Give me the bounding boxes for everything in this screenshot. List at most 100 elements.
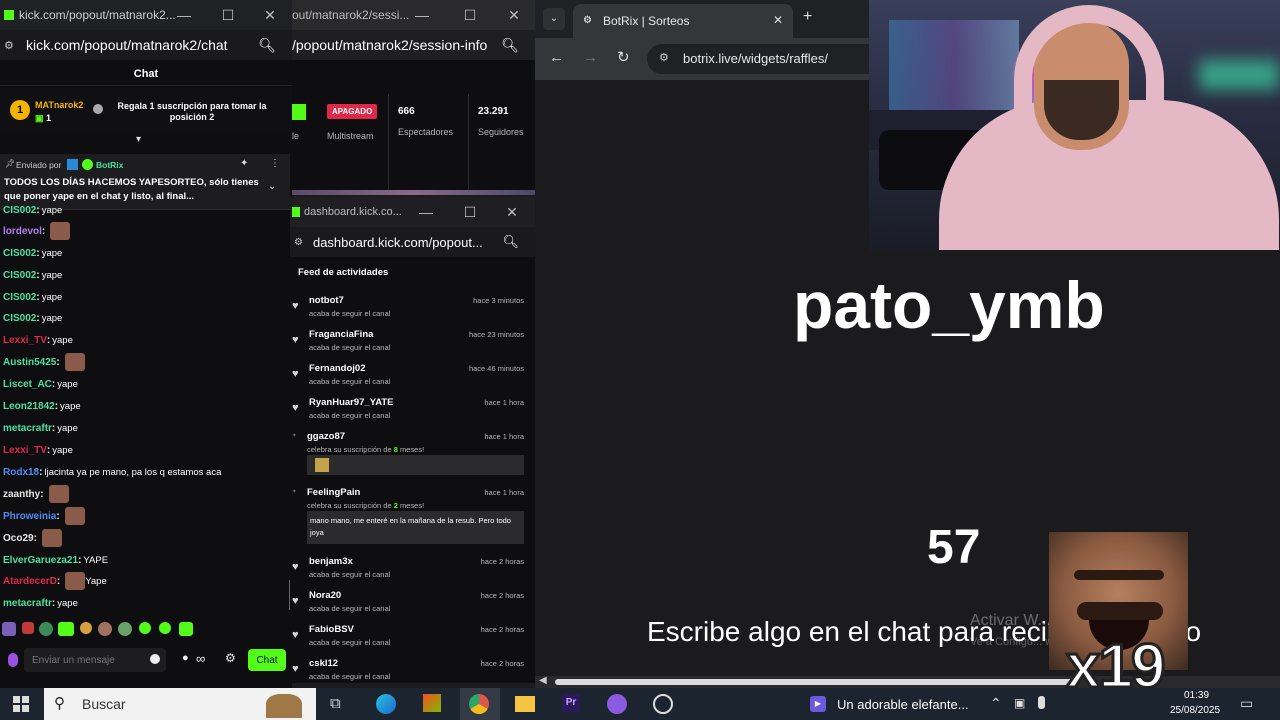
feed-name[interactable]: FraganciaFina — [309, 329, 373, 340]
notifications-icon[interactable]: ▭ — [1240, 695, 1253, 712]
media-play-icon[interactable]: ▶ — [810, 696, 826, 712]
users-icon[interactable]: ● — [182, 652, 189, 664]
horizontal-scrollbar[interactable]: ◀ — [535, 675, 1280, 688]
feed-name[interactable]: Fernandoj02 — [309, 363, 366, 374]
close-button[interactable]: ✕ — [492, 197, 532, 227]
pinned-expand-icon[interactable]: ⌄ — [268, 181, 276, 192]
mic-icon[interactable] — [8, 653, 18, 667]
emote-slot-icon[interactable] — [39, 622, 53, 636]
feed-name[interactable]: Nora20 — [309, 590, 341, 601]
session-urlbar[interactable]: /popout/matnarok2/session-info 🔍︎ — [292, 30, 535, 60]
leader-user[interactable]: MATnarok2 — [35, 100, 83, 110]
unpin-icon[interactable]: ✦ — [240, 158, 248, 169]
mic-tray-icon[interactable] — [1038, 696, 1045, 709]
chat-username[interactable]: CIS002 — [3, 248, 36, 259]
active-tab[interactable]: ⚙ BotRix | Sorteos ✕ — [573, 4, 793, 38]
premiere-icon[interactable]: Pr — [562, 694, 580, 712]
feed-name[interactable]: ggazo87 — [307, 431, 345, 442]
back-icon[interactable]: ← — [549, 49, 564, 66]
chat-username[interactable]: Lexxi_TV — [3, 335, 47, 346]
feed-name[interactable]: notbot7 — [309, 295, 344, 306]
feed-name[interactable]: RyanHuar97_YATE — [309, 397, 393, 408]
emote-slot-icon[interactable] — [2, 622, 16, 636]
expand-chevron-icon[interactable]: ▾ — [136, 134, 141, 145]
scroll-left-icon[interactable]: ◀ — [539, 675, 547, 686]
minimize-button[interactable]: — — [406, 197, 446, 227]
emote-slot-icon[interactable] — [159, 622, 171, 634]
session-url[interactable]: /popout/matnarok2/session-info — [292, 37, 487, 53]
chat-url[interactable]: kick.com/popout/matnarok2/chat — [26, 37, 228, 53]
chat-username[interactable]: AtardecerD — [3, 576, 57, 587]
feed-name[interactable]: FabioBSV — [309, 624, 354, 635]
task-view-icon[interactable]: ⧉ — [330, 695, 341, 712]
message-input[interactable] — [24, 648, 166, 672]
emote-slot-icon[interactable] — [58, 622, 74, 636]
forward-icon[interactable]: → — [583, 49, 598, 66]
site-settings-icon[interactable]: ⚙ — [659, 51, 669, 64]
new-tab-icon[interactable]: + — [803, 8, 812, 26]
search-icon[interactable]: 🔍︎ — [258, 37, 276, 54]
maximize-button[interactable]: ☐ — [208, 0, 248, 30]
chat-username[interactable]: Lexxi_TV — [3, 445, 47, 456]
maximize-button[interactable]: ☐ — [450, 197, 490, 227]
windows-start-icon[interactable] — [13, 696, 29, 712]
clock-time[interactable]: 01:39 — [1184, 690, 1209, 701]
search-icon[interactable]: 🔍︎ — [502, 234, 519, 250]
emote-slot-icon[interactable] — [80, 622, 92, 634]
reload-icon[interactable]: ↻ — [617, 48, 630, 66]
chat-username[interactable]: Oco29 — [3, 533, 34, 544]
explorer-icon[interactable] — [515, 696, 535, 712]
close-button[interactable]: ✕ — [250, 0, 290, 30]
chat-username[interactable]: Phroweinia — [3, 511, 56, 522]
address-url[interactable]: botrix.live/widgets/raffles/ — [683, 51, 828, 66]
edge-icon[interactable] — [376, 694, 396, 714]
maximize-button[interactable]: ☐ — [450, 0, 490, 30]
chat-username[interactable]: ElverGarueza21 — [3, 555, 78, 566]
taskbar-search[interactable]: ⚲ Buscar — [44, 688, 316, 720]
app-icon-purple[interactable] — [607, 694, 627, 714]
chat-username[interactable]: zaanthy — [3, 489, 40, 500]
emote-slot-icon[interactable] — [118, 622, 132, 636]
scrollbar-thumb[interactable] — [555, 679, 1075, 685]
site-settings-icon[interactable]: ⚙ — [4, 39, 18, 52]
chat-username[interactable]: Liscet_AC — [3, 379, 52, 390]
more-options-icon[interactable]: ⋮ — [270, 158, 280, 169]
gift-cta[interactable]: Regala 1 suscripción para tomar la posic… — [112, 101, 272, 123]
close-button[interactable]: ✕ — [494, 0, 534, 30]
chat-username[interactable]: CIS002 — [3, 292, 36, 303]
media-title[interactable]: Un adorable elefante... — [837, 697, 969, 712]
emote-slot-icon[interactable] — [22, 622, 34, 634]
feed-name[interactable]: cskl12 — [309, 658, 338, 669]
tab-close-icon[interactable]: ✕ — [773, 13, 783, 27]
chat-username[interactable]: Austin5425 — [3, 357, 56, 368]
emoji-icon[interactable] — [150, 654, 160, 664]
chat-username[interactable]: CIS002 — [3, 270, 36, 281]
settings-icon[interactable]: ⚙ — [225, 651, 236, 665]
pinned-sender[interactable]: BotRix — [96, 160, 123, 170]
tab-list-button[interactable]: ⌄ — [543, 8, 565, 30]
tray-chevron-icon[interactable]: ⌃ — [990, 695, 1002, 712]
chat-urlbar[interactable]: ⚙ kick.com/popout/matnarok2/chat 🔍︎ — [0, 30, 292, 60]
emote-slot-icon[interactable] — [179, 622, 193, 636]
chat-username[interactable]: metacraftr — [3, 598, 52, 609]
site-settings-icon[interactable]: ⚙ — [294, 237, 303, 248]
dashboard-urlbar[interactable]: ⚙ dashboard.kick.com/popout... 🔍︎ — [290, 227, 535, 257]
send-chat-button[interactable]: Chat — [248, 649, 286, 671]
minimize-button[interactable]: — — [164, 0, 204, 30]
chat-username[interactable]: CIS002 — [3, 313, 36, 324]
chat-username[interactable]: Leon21842 — [3, 401, 55, 412]
chat-username[interactable]: Rodx18 — [3, 467, 39, 478]
chat-username[interactable]: CIS002 — [3, 205, 36, 216]
tray-app-icon[interactable]: ▣ — [1014, 696, 1025, 710]
search-icon[interactable]: 🔍︎ — [501, 37, 519, 54]
obs-icon[interactable] — [653, 694, 673, 714]
clock-date[interactable]: 25/08/2025 — [1170, 705, 1220, 716]
feed-name[interactable]: FeelingPain — [307, 487, 360, 498]
minimize-button[interactable]: — — [402, 0, 442, 30]
feed-name[interactable]: benjam3x — [309, 556, 353, 567]
emote-slot-icon[interactable] — [98, 622, 112, 636]
dashboard-url[interactable]: dashboard.kick.com/popout... — [313, 235, 483, 250]
chat-username[interactable]: lordevol — [3, 226, 42, 237]
chat-username[interactable]: metacraftr — [3, 423, 52, 434]
store-icon[interactable] — [423, 694, 441, 712]
